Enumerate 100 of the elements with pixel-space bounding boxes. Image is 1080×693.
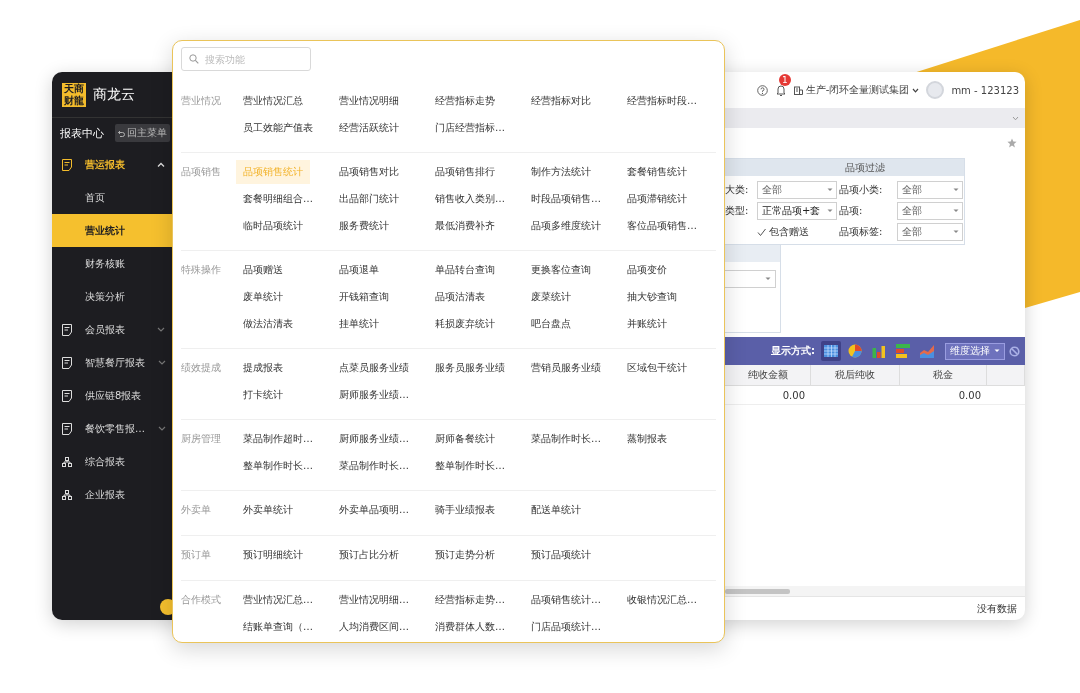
horizontal-bar-chart-icon[interactable] [895,343,911,359]
menu-link[interactable]: 打卡统计 [236,382,290,407]
menu-link[interactable]: 品项销售统计… [524,587,608,612]
menu-link[interactable]: 废单统计 [236,284,290,309]
menu-link[interactable]: 经营指标对比 [524,88,598,113]
menu-link[interactable]: 经营指标走势 [428,88,502,113]
menu-item[interactable]: 营运报表 [52,148,175,181]
menu-link[interactable]: 厨师服务业绩… [332,426,416,451]
chevron-down-icon[interactable] [1012,115,1019,121]
submenu-item[interactable]: 财务核账 [52,247,175,280]
pie-chart-icon[interactable] [847,343,863,359]
menu-item[interactable]: 会员报表 [52,313,175,346]
menu-link[interactable]: 出品部门统计 [332,186,406,211]
menu-link[interactable]: 菜品制作超时… [236,426,320,451]
menu-link[interactable]: 外卖单品项明… [332,497,416,522]
menu-link[interactable]: 品项退单 [332,257,386,282]
menu-link[interactable]: 品项赠送 [236,257,290,282]
menu-item[interactable]: 企业报表 [52,478,175,511]
menu-link[interactable]: 做法沽清表 [236,311,300,336]
menu-link[interactable]: 销售收入类别… [428,186,512,211]
menu-link[interactable]: 营业情况明细… [332,587,416,612]
menu-link[interactable]: 废菜统计 [524,284,578,309]
menu-link[interactable]: 经营活跃统计 [332,115,406,140]
menu-item[interactable]: 供应链8报表 [52,379,175,412]
menu-link[interactable]: 服务员服务业绩 [428,355,512,380]
dropdown[interactable]: 全部 [897,223,963,241]
menu-link[interactable]: 临时品项统计 [236,213,310,238]
menu-item[interactable]: 智慧餐厅报表 [52,346,175,379]
organization-selector[interactable]: 生产-闭环全量测试集团 [793,83,920,97]
dropdown[interactable]: 全部 [897,181,963,199]
menu-link[interactable]: 营业情况汇总… [236,587,320,612]
menu-link[interactable]: 员工效能产值表 [236,115,320,140]
menu-item[interactable]: 综合报表 [52,445,175,478]
menu-link[interactable]: 预订明细统计 [236,542,310,567]
menu-link[interactable]: 外卖单统计 [236,497,300,522]
menu-link[interactable]: 预订品项统计 [524,542,598,567]
star-icon[interactable] [1007,138,1017,148]
menu-link[interactable]: 营业情况汇总 [236,88,310,113]
menu-link[interactable]: 蒸制报表 [620,426,674,451]
menu-link[interactable]: 品项变价 [620,257,674,282]
menu-link[interactable]: 收银情况汇总… [620,587,704,612]
menu-link[interactable]: 门店经营指标… [428,115,512,140]
menu-link[interactable]: 骑手业绩报表 [428,497,502,522]
menu-link[interactable]: 厨师服务业绩… [332,382,416,407]
area-chart-icon[interactable] [919,343,935,359]
menu-link[interactable]: 点菜员服务业绩 [332,355,416,380]
back-button[interactable]: 回主菜单 [115,124,170,142]
menu-link[interactable]: 并账统计 [620,311,674,336]
menu-link[interactable]: 预订占比分析 [332,542,406,567]
help-icon[interactable] [756,84,768,96]
menu-link[interactable]: 挂单统计 [332,311,386,336]
menu-link[interactable]: 开钱箱查询 [332,284,396,309]
menu-link[interactable]: 预订走势分析 [428,542,502,567]
dropdown[interactable]: 全部 [757,181,837,199]
user-name[interactable]: mm - 123123 [951,84,1019,96]
menu-link[interactable]: 整单制作时长… [428,453,512,478]
menu-link[interactable]: 单品转台查询 [428,257,502,282]
menu-link[interactable]: 结账单查询（… [236,614,320,639]
menu-link[interactable]: 营业情况明细 [332,88,406,113]
menu-link[interactable]: 厨师备餐统计 [428,426,502,451]
menu-link[interactable]: 门店品项统计… [524,614,608,639]
menu-link[interactable]: 耗损废弃统计 [428,311,502,336]
menu-link[interactable]: 套餐明细组合… [236,186,320,211]
menu-link[interactable]: 套餐销售统计 [620,159,694,184]
dimension-button[interactable]: 维度选择 [945,342,1005,360]
scrollbar-thumb[interactable] [725,588,790,594]
menu-link[interactable]: 服务费统计 [332,213,396,238]
dropdown[interactable]: 全部 [897,202,963,220]
menu-link[interactable]: 品项销售对比 [332,159,406,184]
menu-link[interactable]: 品项沽清表 [428,284,492,309]
menu-link[interactable]: 区域包干统计 [620,355,694,380]
menu-link[interactable]: 经营指标时段… [620,88,704,113]
menu-link[interactable]: 配送单统计 [524,497,588,522]
menu-link[interactable]: 客位品项销售… [620,213,704,238]
menu-link[interactable]: 更换客位查询 [524,257,598,282]
menu-link[interactable]: 最低消费补齐 [428,213,502,238]
menu-link[interactable]: 菜品制作时长… [332,453,416,478]
dropdown[interactable]: 正常品项+套 [757,202,837,220]
menu-link[interactable]: 消费群体人数… [428,614,512,639]
menu-link[interactable]: 抽大钞查询 [620,284,684,309]
bar-chart-icon[interactable] [871,343,887,359]
menu-link[interactable]: 经营指标走势… [428,587,512,612]
checkbox[interactable]: 包含赠送 [757,225,837,239]
menu-link[interactable]: 整单制作时长… [236,453,320,478]
menu-link[interactable]: 营销员服务业绩 [524,355,608,380]
menu-link[interactable]: 提成报表 [236,355,290,380]
menu-link[interactable]: 菜品制作时长… [524,426,608,451]
menu-link[interactable]: 制作方法统计 [524,159,598,184]
menu-link[interactable]: 品项多维度统计 [524,213,608,238]
menu-link[interactable]: 品项滞销统计 [620,186,694,211]
menu-link[interactable]: 时段品项销售… [524,186,608,211]
submenu-item[interactable]: 决策分析 [52,280,175,313]
submenu-item[interactable]: 首页 [52,181,175,214]
menu-link[interactable]: 品项销售排行 [428,159,502,184]
menu-link[interactable]: 吧台盘点 [524,311,578,336]
table-icon[interactable] [823,343,839,359]
menu-item[interactable]: 餐饮零售报… [52,412,175,445]
submenu-item[interactable]: 营业统计 [52,214,175,247]
menu-link[interactable]: 人均消费区间… [332,614,416,639]
bell-icon[interactable] [774,83,787,97]
